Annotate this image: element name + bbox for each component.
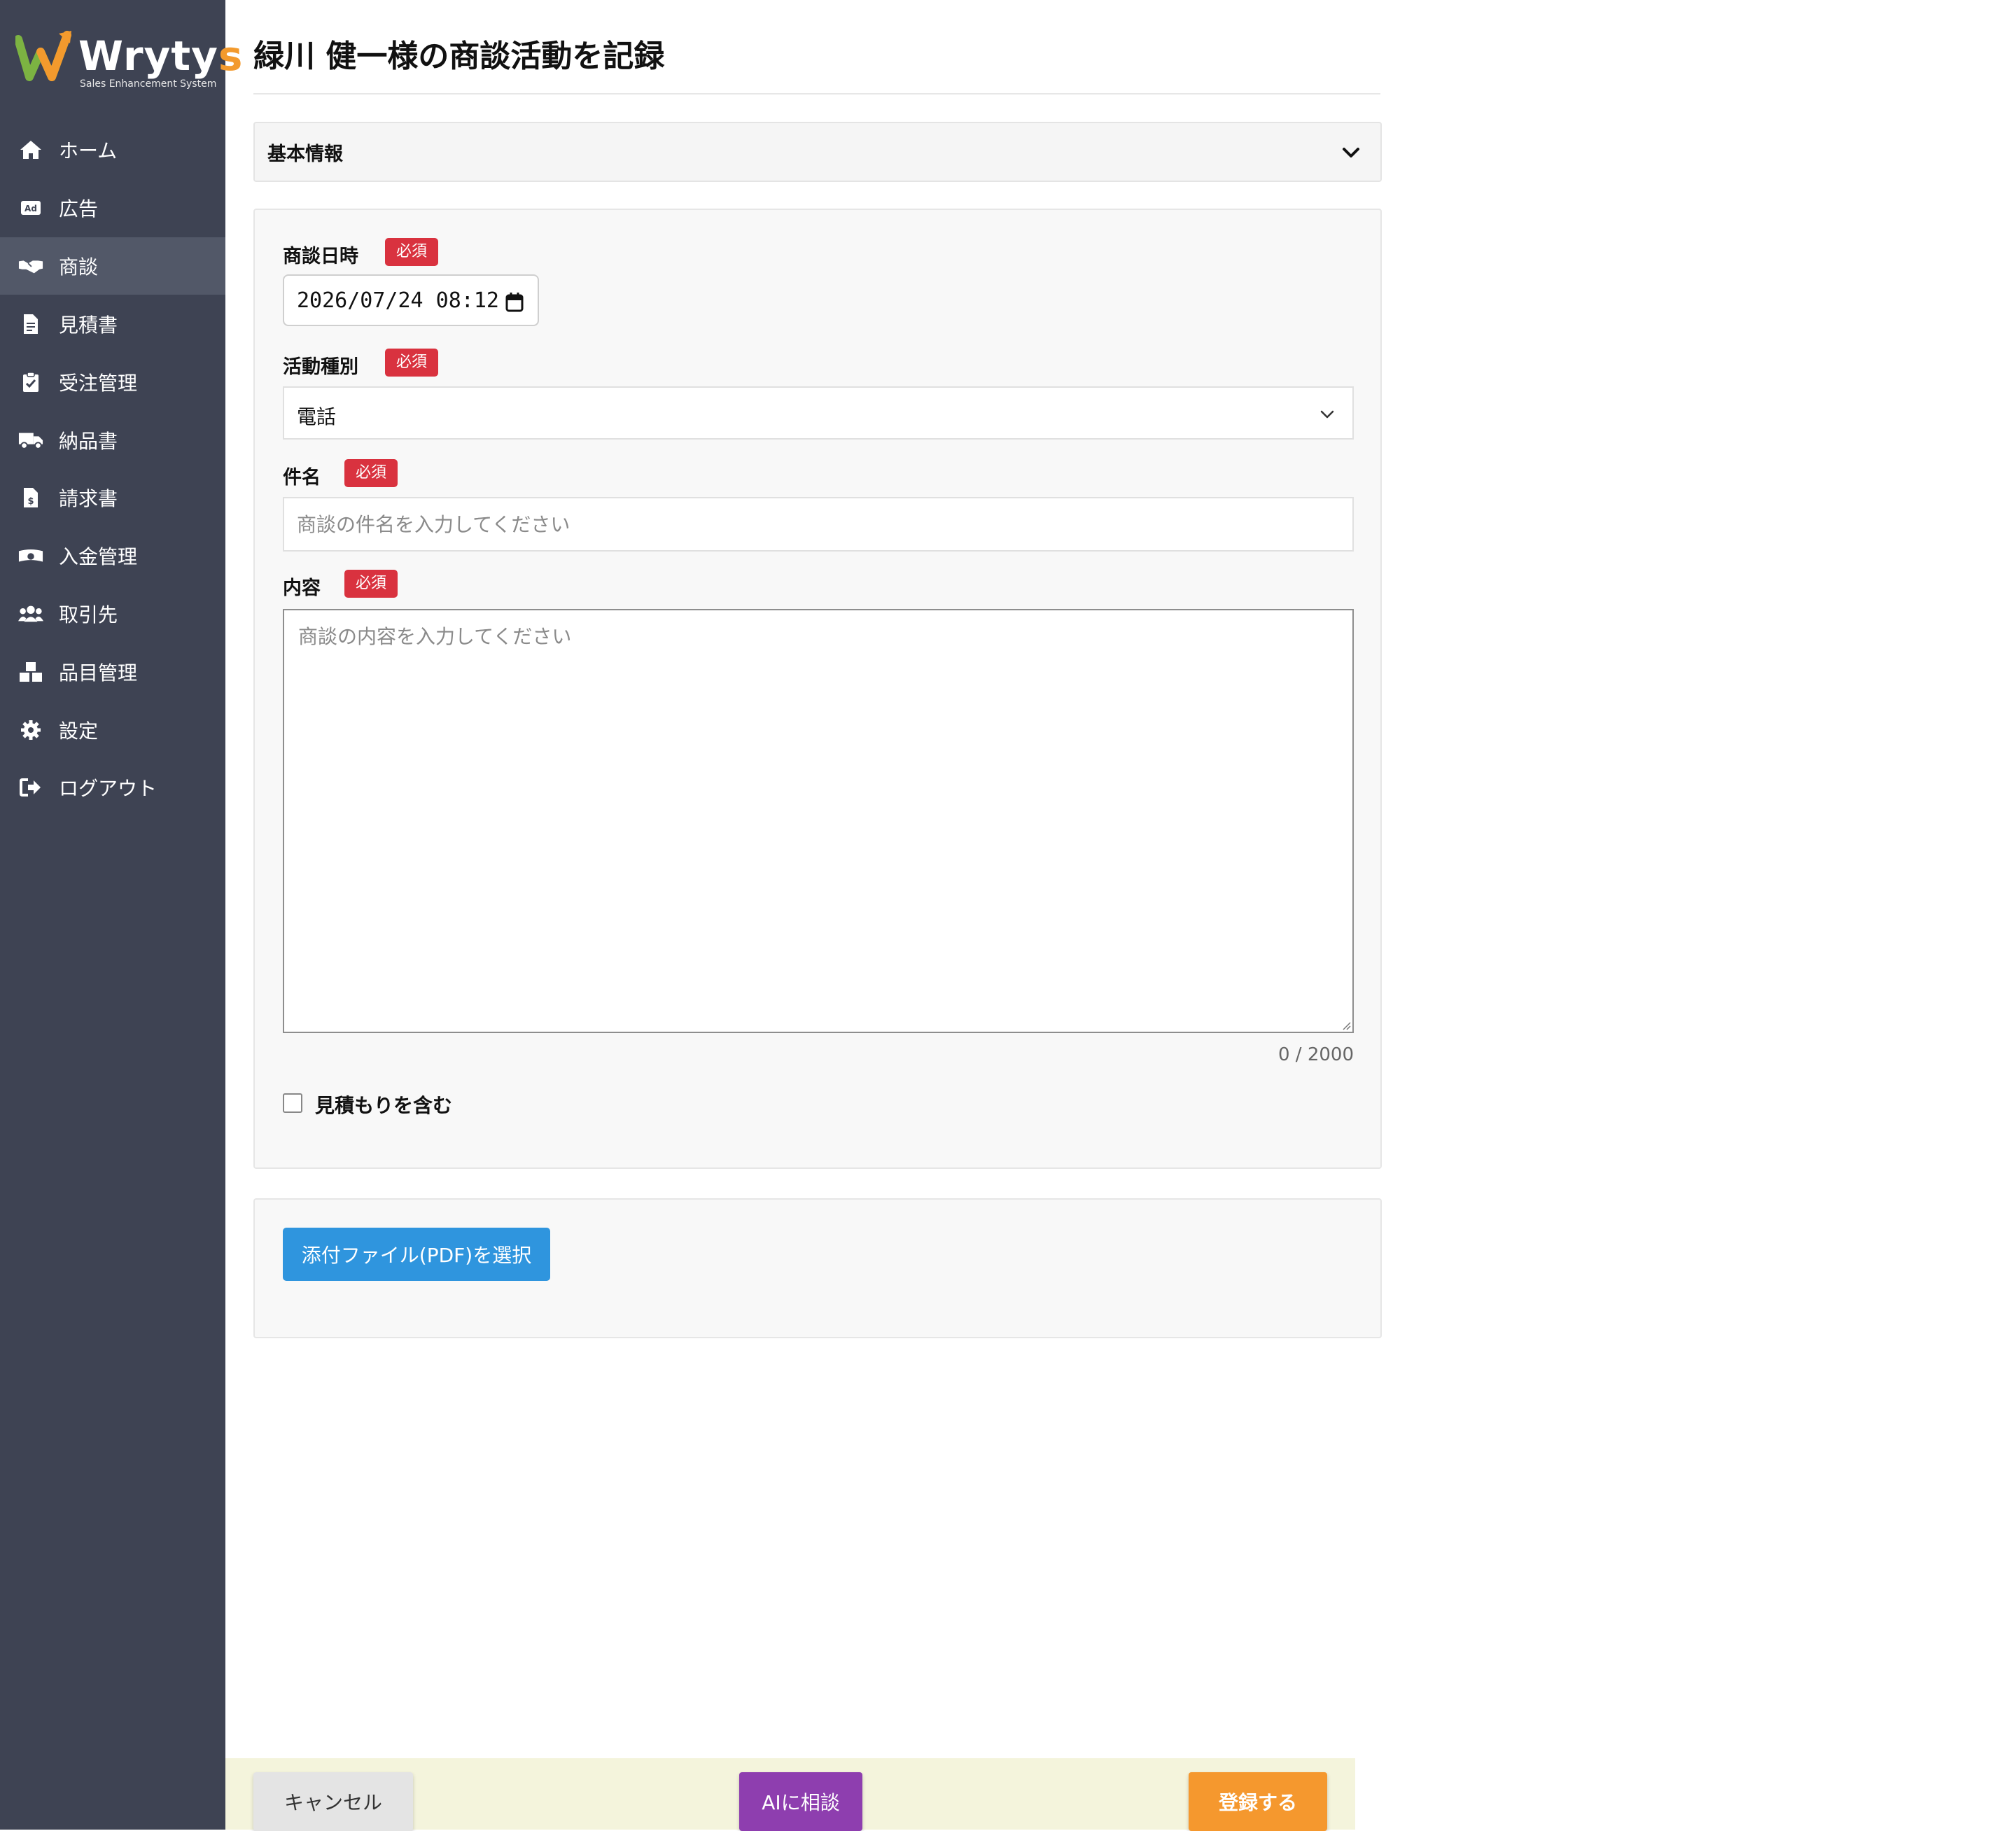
sidebar-item-label: 見積書 — [59, 314, 118, 337]
handshake-icon — [18, 253, 43, 279]
cancel-button[interactable]: キャンセル — [253, 1772, 413, 1831]
sidebar-item-label: 請求書 — [59, 487, 118, 510]
required-badge: 必須 — [344, 570, 398, 598]
activity-type-value: 電話 — [297, 405, 337, 428]
sidebar-item-delivery[interactable]: 納品書 — [0, 412, 225, 469]
datetime-value: 2026/07/24 08:12 — [297, 288, 499, 313]
sidebar-item-label: ログアウト — [59, 777, 158, 800]
users-icon — [18, 601, 43, 626]
calendar-icon[interactable] — [505, 291, 524, 312]
sidebar-item-estimates[interactable]: 見積書 — [0, 295, 225, 353]
sidebar-item-products[interactable]: 品目管理 — [0, 643, 225, 701]
gear-icon — [18, 717, 43, 743]
logout-icon — [18, 775, 43, 800]
content-textarea[interactable] — [283, 609, 1354, 1033]
sidebar-item-deals[interactable]: 商談 — [0, 237, 225, 295]
document-icon — [18, 311, 43, 337]
sidebar-item-label: 受注管理 — [59, 372, 138, 395]
attachment-card: 添付ファイル(PDF)を選択 — [253, 1198, 1382, 1338]
sidebar-item-settings[interactable]: 設定 — [0, 701, 225, 759]
svg-text:Ad: Ad — [24, 204, 37, 213]
include-estimate-label[interactable]: 見積もりを含む — [315, 1090, 452, 1118]
datetime-label: 商談日時 — [283, 246, 358, 267]
basic-info-accordion[interactable]: 基本情報 — [253, 122, 1382, 182]
sidebar-item-payments[interactable]: 入金管理 — [0, 527, 225, 584]
invoice-icon: $ — [18, 485, 43, 510]
sidebar-item-label: 商談 — [59, 255, 99, 279]
logo-w-icon — [15, 31, 71, 81]
subject-input[interactable] — [283, 497, 1354, 552]
svg-text:$: $ — [27, 496, 34, 507]
page-title: 緑川 健一様の商談活動を記録 — [253, 38, 665, 74]
accordion-label: 基本情報 — [267, 143, 343, 165]
ai-consult-button[interactable]: AIに相談 — [739, 1772, 862, 1831]
logo-subtitle: Sales Enhancement System — [80, 78, 217, 90]
title-divider — [253, 93, 1380, 94]
required-badge: 必須 — [385, 349, 439, 377]
activity-form-card: 商談日時 必須 2026/07/24 08:12 活動種別 必須 電話 件名 必… — [253, 209, 1382, 1169]
sidebar-item-orders[interactable]: 受注管理 — [0, 353, 225, 411]
app-logo[interactable]: Wrytys Sales Enhancement System — [15, 28, 242, 98]
sidebar-item-label: 取引先 — [59, 603, 118, 626]
clipboard-check-icon — [18, 370, 43, 395]
sidebar-item-label: 納品書 — [59, 430, 118, 453]
content-label: 内容 — [283, 577, 321, 599]
activity-type-select[interactable]: 電話 — [283, 386, 1354, 440]
action-footer: キャンセル AIに相談 登録する — [225, 1758, 1355, 1831]
activity-type-label: 活動種別 — [283, 356, 358, 378]
required-badge: 必須 — [385, 238, 439, 266]
character-counter: 0 / 2000 — [1278, 1044, 1354, 1065]
boxes-icon — [18, 659, 43, 685]
sidebar-item-label: 設定 — [59, 720, 99, 743]
sidebar-item-home[interactable]: ホーム — [0, 121, 225, 178]
chevron-down-icon — [1320, 410, 1334, 419]
truck-icon — [18, 428, 43, 453]
sidebar: Wrytys Sales Enhancement System ホーム Ad 広… — [0, 0, 242, 1830]
attach-pdf-button[interactable]: 添付ファイル(PDF)を選択 — [283, 1228, 550, 1281]
sidebar-item-label: ホーム — [59, 139, 118, 162]
sidebar-item-label: 入金管理 — [59, 545, 138, 568]
sidebar-item-label: 品目管理 — [59, 661, 138, 685]
chevron-down-icon — [1343, 148, 1359, 157]
sidebar-item-clients[interactable]: 取引先 — [0, 585, 225, 643]
sidebar-item-logout[interactable]: ログアウト — [0, 759, 225, 816]
logo-wordmark: Wrytys — [78, 32, 244, 80]
sidebar-item-invoices[interactable]: $ 請求書 — [0, 469, 225, 526]
resize-handle-icon[interactable] — [1341, 1020, 1351, 1030]
submit-button[interactable]: 登録する — [1189, 1772, 1327, 1831]
money-icon — [18, 543, 43, 568]
sidebar-item-ads[interactable]: Ad 広告 — [0, 179, 225, 237]
ad-icon: Ad — [18, 195, 43, 220]
include-estimate-checkbox[interactable] — [283, 1093, 302, 1113]
subject-label: 件名 — [283, 467, 321, 489]
home-icon — [18, 137, 43, 162]
datetime-input[interactable]: 2026/07/24 08:12 — [283, 274, 539, 326]
required-badge: 必須 — [344, 459, 398, 487]
sidebar-item-label: 広告 — [59, 197, 99, 220]
